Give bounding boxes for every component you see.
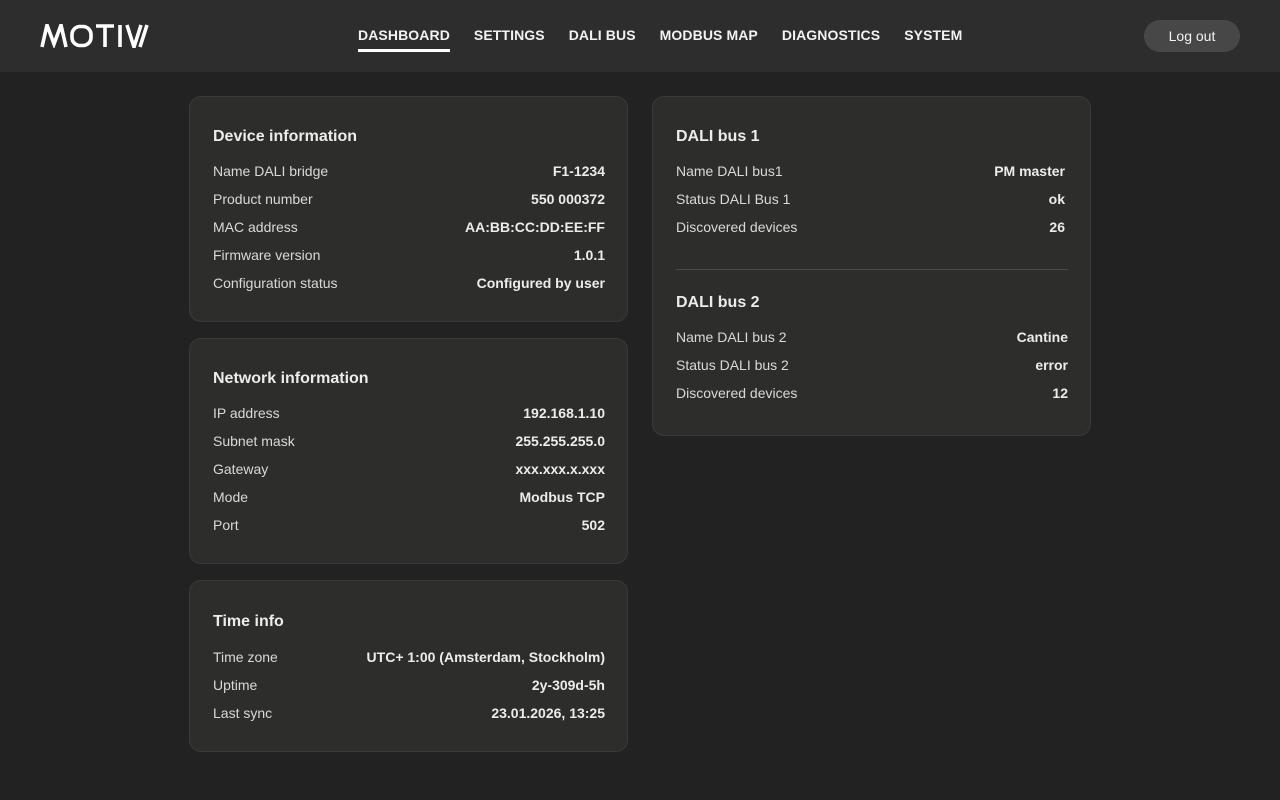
nav-dashboard[interactable]: DASHBOARD [358, 27, 450, 52]
row-value: ok [1048, 191, 1065, 207]
row-label: Name DALI bus1 [676, 163, 783, 179]
info-row: Discovered devices 26 [676, 217, 1065, 237]
info-row: Name DALI bridge F1-1234 [213, 161, 605, 181]
row-label: Uptime [213, 677, 258, 693]
row-value: PM master [994, 163, 1065, 179]
nav-modbus-map[interactable]: MODBUS MAP [660, 27, 758, 43]
row-value: Cantine [1016, 329, 1068, 345]
row-value: Modbus TCP [519, 489, 605, 505]
row-label: Product number [213, 191, 313, 207]
card-title: Time info [213, 613, 284, 630]
row-label: Status DALI Bus 1 [676, 191, 791, 207]
row-value: Configured by user [476, 275, 605, 291]
row-label: MAC address [213, 219, 298, 235]
row-value: UTC+ 1:00 (Amsterdam, Stockholm) [366, 649, 605, 665]
row-value: error [1035, 357, 1068, 373]
row-value: 2y-309d-5h [531, 677, 605, 693]
row-label: Gateway [213, 461, 269, 477]
row-value: F1-1234 [552, 163, 605, 179]
row-value: 255.255.255.0 [515, 433, 605, 449]
row-label: IP address [213, 405, 280, 421]
row-label: Configuration status [213, 275, 338, 291]
main-nav: DASHBOARD SETTINGS DALI BUS MODBUS MAP D… [358, 0, 986, 72]
row-value: 26 [1049, 219, 1065, 235]
info-row: Status DALI bus 2 error [676, 355, 1068, 375]
card-title: Device information [213, 128, 358, 145]
info-row: Time zone UTC+ 1:00 (Amsterdam, Stockhol… [213, 647, 605, 667]
row-label: Port [213, 517, 239, 533]
row-label: Discovered devices [676, 385, 798, 401]
row-label: Name DALI bus 2 [676, 329, 787, 345]
network-info-card: Network information IP address 192.168.1… [189, 338, 628, 564]
row-value: 12 [1052, 385, 1068, 401]
info-row: Configuration status Configured by user [213, 273, 605, 293]
row-label: Time zone [213, 649, 278, 665]
info-row: Subnet mask 255.255.255.0 [213, 431, 605, 451]
row-value: 1.0.1 [573, 247, 605, 263]
info-row: Port 502 [213, 515, 605, 535]
info-row: Name DALI bus1 PM master [676, 161, 1065, 181]
row-label: Discovered devices [676, 219, 798, 235]
row-label: Status DALI bus 2 [676, 357, 789, 373]
dali-bus-card: DALI bus 1 Name DALI bus1 PM master Stat… [652, 96, 1091, 436]
info-row: MAC address AA:BB:CC:DD:EE:FF [213, 217, 605, 237]
nav-diagnostics[interactable]: DIAGNOSTICS [782, 27, 880, 43]
info-row: Firmware version 1.0.1 [213, 245, 605, 265]
motiv-logo-icon[interactable] [40, 24, 156, 48]
info-row: IP address 192.168.1.10 [213, 403, 605, 423]
nav-dali-bus[interactable]: DALI BUS [569, 27, 636, 43]
time-info-card: Time info Time zone UTC+ 1:00 (Amsterdam… [189, 580, 628, 752]
info-row: Last sync 23.01.2026, 13:25 [213, 703, 605, 723]
info-row: Discovered devices 12 [676, 383, 1068, 403]
nav-system[interactable]: SYSTEM [904, 27, 962, 43]
row-value: 23.01.2026, 13:25 [491, 705, 605, 721]
card-title: DALI bus 1 [676, 128, 760, 145]
row-label: Firmware version [213, 247, 321, 263]
row-value: AA:BB:CC:DD:EE:FF [465, 219, 605, 235]
info-row: Status DALI Bus 1 ok [676, 189, 1065, 209]
info-row: Gateway xxx.xxx.x.xxx [213, 459, 605, 479]
card-title: Network information [213, 370, 369, 387]
row-value: xxx.xxx.x.xxx [515, 461, 605, 477]
top-bar: DASHBOARD SETTINGS DALI BUS MODBUS MAP D… [0, 0, 1280, 72]
row-value: 192.168.1.10 [523, 405, 605, 421]
row-label: Mode [213, 489, 249, 505]
card-title: DALI bus 2 [676, 294, 760, 311]
row-value: 502 [581, 517, 605, 533]
row-label: Subnet mask [213, 433, 295, 449]
section-divider [676, 269, 1068, 270]
info-row: Mode Modbus TCP [213, 487, 605, 507]
row-value: 550 000372 [531, 191, 605, 207]
device-info-card: Device information Name DALI bridge F1-1… [189, 96, 628, 322]
row-label: Last sync [213, 705, 273, 721]
info-row: Product number 550 000372 [213, 189, 605, 209]
nav-settings[interactable]: SETTINGS [474, 27, 545, 43]
info-row: Name DALI bus 2 Cantine [676, 327, 1068, 347]
row-label: Name DALI bridge [213, 163, 329, 179]
info-row: Uptime 2y-309d-5h [213, 675, 605, 695]
logout-button[interactable]: Log out [1144, 20, 1240, 52]
